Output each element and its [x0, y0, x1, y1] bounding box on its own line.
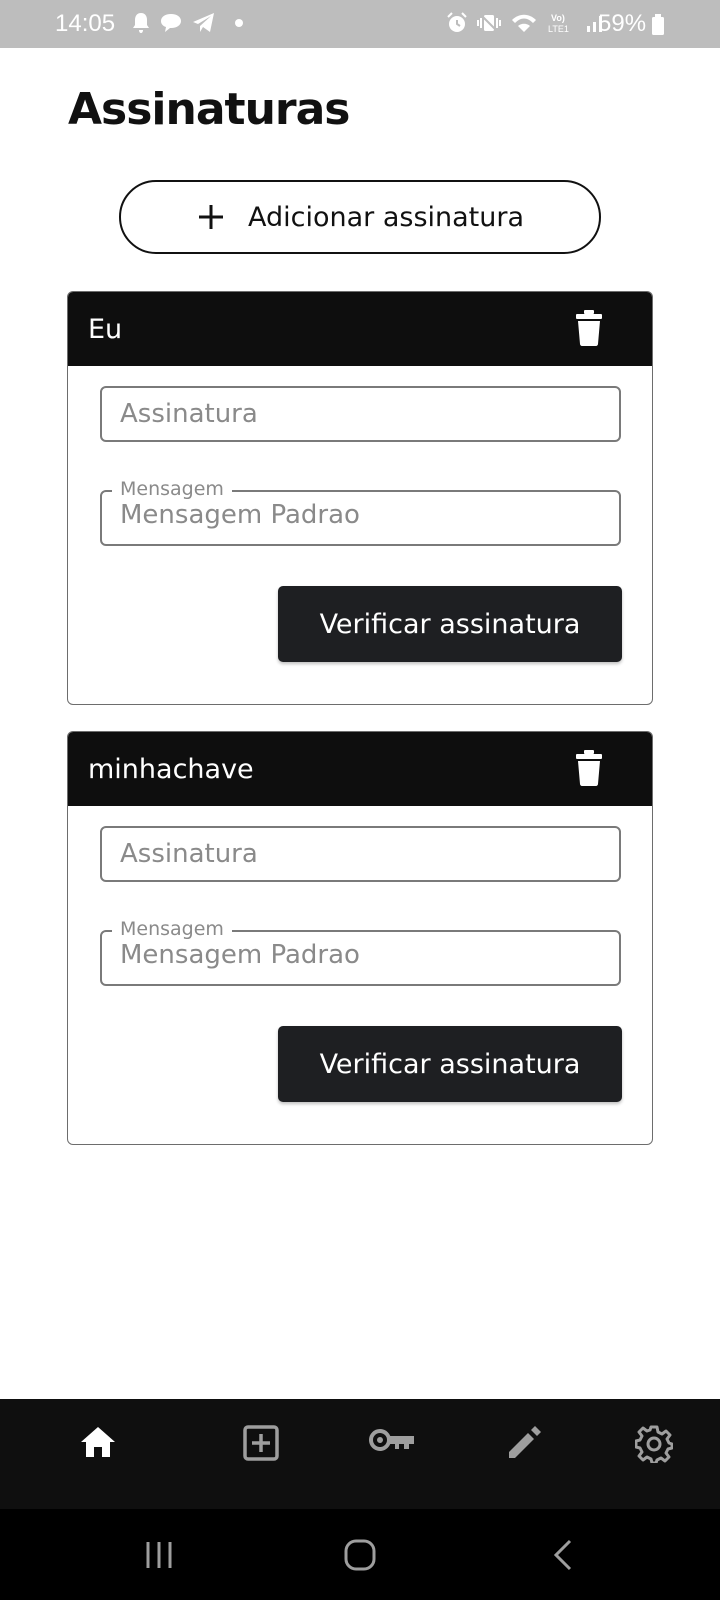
trash-icon[interactable] — [575, 750, 603, 786]
recent-apps-icon — [146, 1541, 172, 1568]
signature-input[interactable]: Assinatura — [100, 826, 621, 882]
home-button-icon — [344, 1539, 376, 1570]
telegram-icon — [193, 13, 214, 32]
status-bar: 14:05 Vo) LTE1 59% — [0, 0, 720, 48]
signature-card: Eu Assinatura Mensagem Mensagem Padrao V… — [67, 291, 653, 705]
message-label: Mensagem — [112, 478, 232, 500]
svg-text:LTE1: LTE1 — [548, 24, 569, 34]
trash-icon[interactable] — [575, 310, 603, 346]
verify-signature-button[interactable]: Verificar assinatura — [278, 1026, 622, 1102]
plus-icon — [198, 205, 223, 229]
nav-keys[interactable] — [342, 1399, 442, 1509]
message-field[interactable]: Mensagem Mensagem Padrao — [100, 918, 621, 986]
settings-gear-icon — [635, 1425, 673, 1463]
key-icon — [369, 1429, 414, 1451]
vibrate-icon — [477, 13, 501, 33]
status-right-icons: Vo) LTE1 — [446, 12, 606, 34]
card-header: Eu — [68, 292, 652, 366]
recent-apps-button[interactable] — [99, 1509, 219, 1600]
wifi-icon — [512, 14, 536, 32]
message-label: Mensagem — [112, 918, 232, 940]
system-navigation-bar — [0, 1509, 720, 1600]
add-signature-button[interactable]: Adicionar assinatura — [119, 180, 601, 254]
svg-text:Vo): Vo) — [551, 13, 565, 23]
notification-bell-icon — [133, 13, 149, 33]
status-left-icons — [132, 12, 244, 34]
bottom-navigation — [0, 1399, 720, 1509]
verify-signature-button[interactable]: Verificar assinatura — [278, 586, 622, 662]
nav-add[interactable] — [211, 1399, 311, 1509]
nav-settings[interactable] — [604, 1399, 704, 1509]
volte-icon: Vo)LTE1 — [548, 13, 569, 34]
nav-home[interactable] — [48, 1399, 148, 1509]
battery-icon — [652, 14, 664, 35]
signature-placeholder: Assinatura — [120, 399, 258, 429]
nav-sign[interactable] — [474, 1399, 574, 1509]
message-value: Mensagem Padrao — [120, 500, 360, 530]
back-button[interactable] — [503, 1509, 623, 1600]
message-value: Mensagem Padrao — [120, 940, 360, 970]
home-button[interactable] — [300, 1509, 420, 1600]
dot-icon — [235, 19, 243, 27]
chat-bubble-icon — [161, 14, 181, 32]
card-title: Eu — [88, 314, 123, 345]
signature-card: minhachave Assinatura Mensagem Mensagem … — [67, 731, 653, 1145]
home-icon — [81, 1427, 115, 1457]
card-title: minhachave — [88, 754, 254, 785]
status-time: 14:05 — [55, 10, 116, 37]
signature-input[interactable]: Assinatura — [100, 386, 621, 442]
add-signature-label: Adicionar assinatura — [247, 201, 525, 233]
add-box-icon — [243, 1425, 279, 1461]
signature-placeholder: Assinatura — [120, 839, 258, 869]
page-title: Assinaturas — [68, 84, 350, 135]
back-icon — [553, 1539, 572, 1570]
pencil-icon — [509, 1426, 541, 1458]
alarm-icon — [447, 12, 467, 32]
message-field[interactable]: Mensagem Mensagem Padrao — [100, 478, 621, 546]
card-header: minhachave — [68, 732, 652, 806]
battery-percentage: 59% — [598, 10, 647, 37]
